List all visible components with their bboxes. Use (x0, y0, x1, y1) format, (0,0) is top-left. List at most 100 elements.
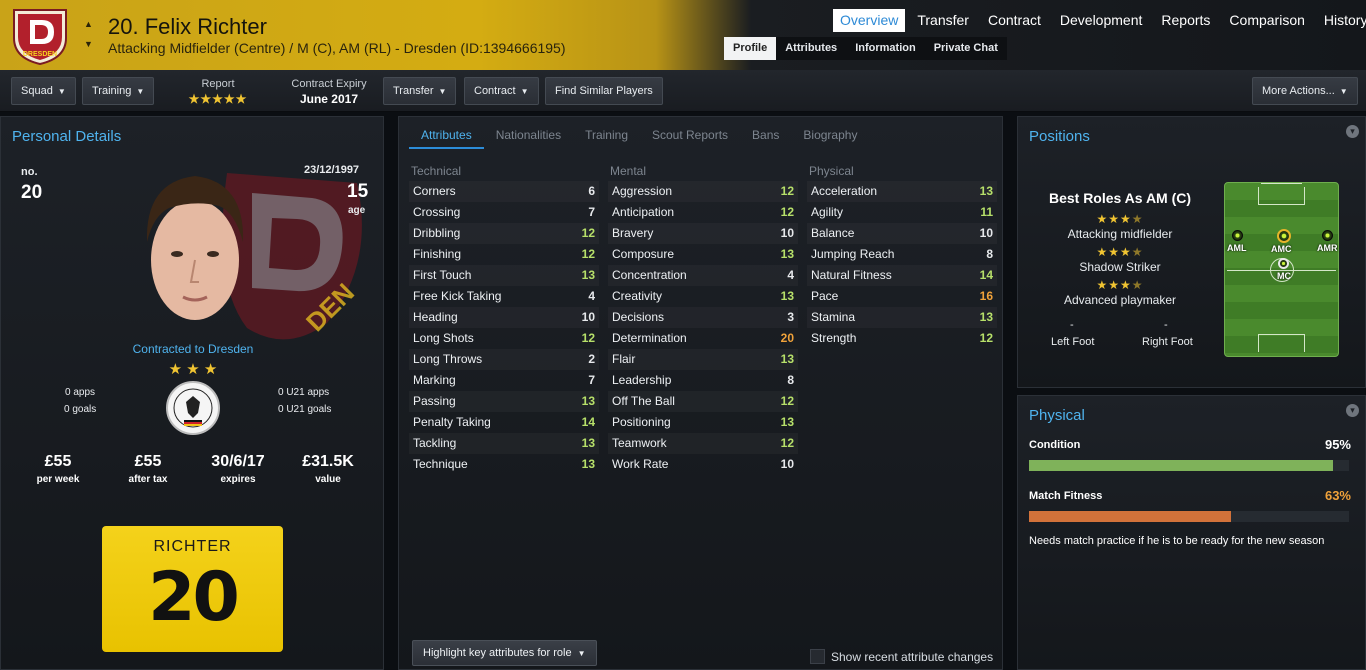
fitness-note: Needs match practice if he is to be read… (1029, 535, 1325, 547)
attribute-name: Anticipation (612, 205, 675, 219)
mental-attribute-row: Anticipation 12 (608, 202, 798, 223)
subnav-profile[interactable]: Profile (724, 37, 777, 60)
nav-transfer[interactable]: Transfer (910, 9, 976, 32)
mental-attribute-row: Flair 13 (608, 349, 798, 370)
nav-development[interactable]: Development (1053, 9, 1150, 32)
toolbar: Squad ▼ Training ▼ Report ★★★★★ Contract E… (0, 70, 1366, 112)
squad-button[interactable]: Squad ▼ (11, 77, 76, 105)
find-similar-players-button[interactable]: Find Similar Players (545, 77, 663, 105)
transfer-button[interactable]: Transfer ▼ (383, 77, 457, 105)
attribute-value: 12 (780, 394, 794, 408)
chevron-down-icon[interactable]: ▾ (1346, 404, 1359, 417)
germany-nation-badge-icon[interactable] (164, 380, 222, 436)
contracted-to-link[interactable]: Contracted to Dresden (1, 342, 385, 356)
mc-label: MC (1277, 271, 1291, 281)
wage-after-tax: £55 after tax (113, 453, 183, 485)
position-pitch[interactable]: AML AMC AMR MC (1224, 182, 1339, 357)
position-dot-amr[interactable] (1322, 230, 1333, 241)
highlight-key-attributes-button[interactable]: Highlight key attributes for role ▼ (412, 640, 597, 666)
show-changes-checkbox[interactable] (810, 649, 825, 664)
position-dot-amc[interactable] (1277, 229, 1291, 243)
mental-attribute-row: Teamwork 12 (608, 433, 798, 454)
nav-history[interactable]: History (1317, 9, 1366, 32)
positions-panel: Positions ▾ Best Roles As AM (C) ★★★★ At… (1017, 116, 1366, 388)
nav-reports[interactable]: Reports (1154, 9, 1217, 32)
match-fitness-bar-fill (1029, 511, 1231, 522)
contract-label: Contract (474, 85, 516, 97)
previous-next-arrows[interactable]: ▲ ▼ (84, 14, 96, 54)
tab-nationalities[interactable]: Nationalities (484, 127, 573, 149)
mental-attribute-row: Bravery 10 (608, 223, 798, 244)
attribute-value: 13 (581, 436, 595, 450)
attribute-value: 7 (588, 373, 595, 387)
tab-bans[interactable]: Bans (740, 127, 791, 149)
technical-attribute-row: Dribbling 12 (409, 223, 599, 244)
nav-overview[interactable]: Overview (833, 9, 906, 32)
player-subtitle: Attacking Midfielder (Centre) / M (C), A… (108, 40, 566, 56)
training-button[interactable]: Training ▼ (82, 77, 155, 105)
mental-attribute-row: Aggression 12 (608, 181, 798, 202)
player-rating-stars: ★ ★ ★ (168, 361, 218, 378)
wage-label: per week (36, 474, 80, 485)
subnav-attributes[interactable]: Attributes (776, 37, 846, 60)
more-actions-button[interactable]: More Actions... ▼ (1252, 77, 1358, 105)
technical-attribute-row: Passing 13 (409, 391, 599, 412)
position-dot-mc[interactable] (1278, 258, 1289, 269)
subnav-information[interactable]: Information (846, 37, 925, 60)
attribute-value: 13 (780, 247, 794, 261)
attribute-name: Free Kick Taking (413, 289, 502, 303)
attribute-value: 8 (986, 247, 993, 261)
attribute-value: 10 (581, 310, 595, 324)
attribute-value: 12 (581, 226, 595, 240)
attribute-name: Creativity (612, 289, 663, 303)
mental-attribute-row: Positioning 13 (608, 412, 798, 433)
value-label: value (315, 474, 341, 485)
match-fitness-label: Match Fitness (1029, 490, 1103, 502)
mental-attribute-row: Composure 13 (608, 244, 798, 265)
attribute-value: 13 (979, 310, 993, 324)
shirt-card: RICHTER 20 (102, 526, 283, 652)
attribute-name: Acceleration (811, 184, 878, 198)
attributes-panel: Attributes Nationalities Training Scout … (398, 116, 1003, 670)
shirt-number: 20 (148, 558, 240, 637)
apps-count: 0 apps (65, 387, 96, 398)
tab-scout-reports[interactable]: Scout Reports (640, 127, 740, 149)
attribute-name: Off The Ball (612, 394, 675, 408)
penalty-box-line (1261, 183, 1302, 184)
attribute-value: 10 (780, 457, 794, 471)
role-shadow-striker[interactable]: Shadow Striker (1030, 260, 1210, 274)
technical-attribute-row: Marking 7 (409, 370, 599, 391)
player-name: 20. Felix Richter (108, 14, 267, 39)
club-crest-icon: DRESDEN (13, 9, 67, 66)
contract-expiry-label: Contract Expiry (291, 78, 367, 90)
condition-value: 95% (1324, 437, 1351, 452)
condition-bar (1029, 460, 1349, 471)
player-portrait (146, 176, 244, 320)
attribute-tabs: Attributes Nationalities Training Scout … (409, 127, 869, 151)
physical-title: Physical (1029, 407, 1085, 424)
condition-bar-fill (1029, 460, 1333, 471)
chevron-down-icon: ▼ (57, 87, 66, 96)
chevron-down-icon[interactable]: ▾ (1346, 125, 1359, 138)
tab-attributes[interactable]: Attributes (409, 127, 484, 149)
tab-training[interactable]: Training (573, 127, 640, 149)
tab-biography[interactable]: Biography (791, 127, 869, 149)
contract-button[interactable]: Contract ▼ (464, 77, 539, 105)
position-dot-aml[interactable] (1232, 230, 1243, 241)
squad-label: Squad (21, 85, 53, 97)
subnav-private-chat[interactable]: Private Chat (925, 37, 1007, 60)
attribute-value: 8 (787, 373, 794, 387)
mental-header: Mental (610, 164, 647, 178)
page: { "header": { "player_name": "20. Felix … (0, 0, 1366, 670)
attribute-name: Teamwork (612, 436, 667, 450)
attribute-value: 20 (780, 331, 794, 345)
attribute-name: Heading (413, 310, 458, 324)
role-attacking-midfielder[interactable]: Attacking midfielder (1030, 227, 1210, 241)
wage-value: £55 (44, 453, 72, 470)
nav-contract[interactable]: Contract (981, 9, 1048, 32)
aml-label: AML (1227, 243, 1247, 253)
attribute-value: 14 (581, 415, 595, 429)
attribute-name: Dribbling (413, 226, 461, 240)
role-advanced-playmaker[interactable]: Advanced playmaker (1030, 293, 1210, 307)
nav-comparison[interactable]: Comparison (1222, 9, 1311, 32)
